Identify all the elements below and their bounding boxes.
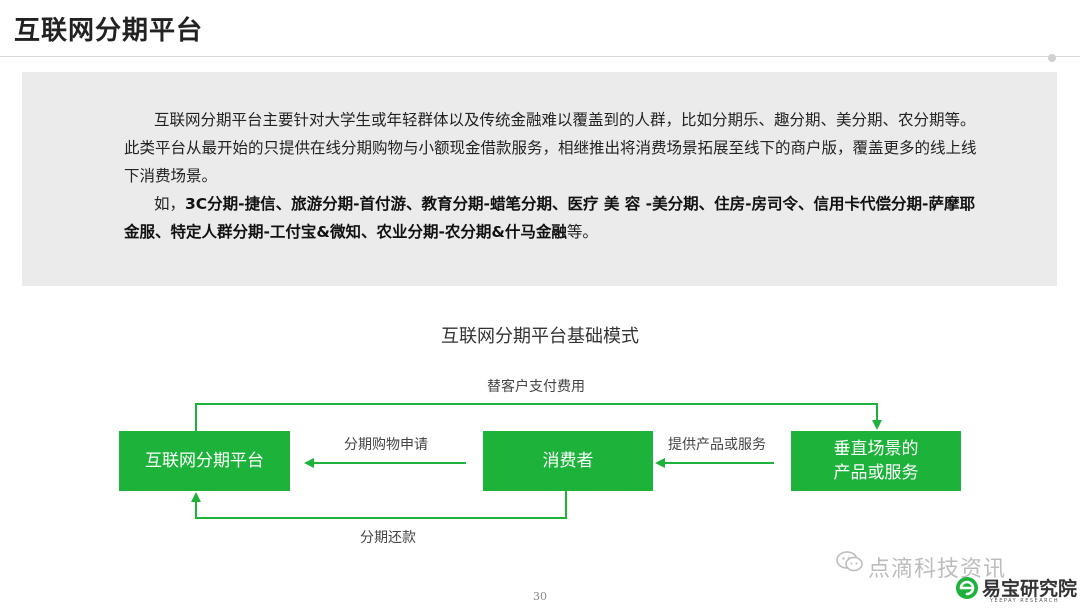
arrow-repayment: [191, 491, 567, 519]
wechat-icon: [836, 551, 863, 572]
brand-subtitle: YEEPAY RESEARCH: [990, 598, 1060, 604]
label-installment-application: 分期购物申请: [344, 437, 428, 453]
node-consumer: 消费者: [483, 431, 653, 491]
label-pay-on-behalf: 替客户支付费用: [487, 379, 585, 395]
arrow-pay-on-behalf: [195, 403, 882, 431]
node-vertical-label-line1: 垂直场景的: [833, 439, 919, 459]
node-vertical-label: 垂直场景的产品或服务: [834, 437, 919, 485]
node-platform-label: 互联网分期平台: [145, 451, 264, 471]
yeepay-logo-icon: [956, 577, 978, 599]
node-platform: 互联网分期平台: [119, 431, 290, 491]
brand-name: 易宝研究院: [982, 578, 1078, 600]
node-vertical-scenario: 垂直场景的产品或服务: [791, 431, 961, 491]
node-consumer-label: 消费者: [542, 451, 594, 471]
node-vertical-label-line2: 产品或服务: [833, 463, 919, 483]
page-number: 30: [533, 590, 547, 603]
label-provide-products: 提供产品或服务: [668, 437, 766, 453]
diagram-connectors: [191, 403, 882, 519]
label-repayment: 分期还款: [360, 530, 416, 546]
